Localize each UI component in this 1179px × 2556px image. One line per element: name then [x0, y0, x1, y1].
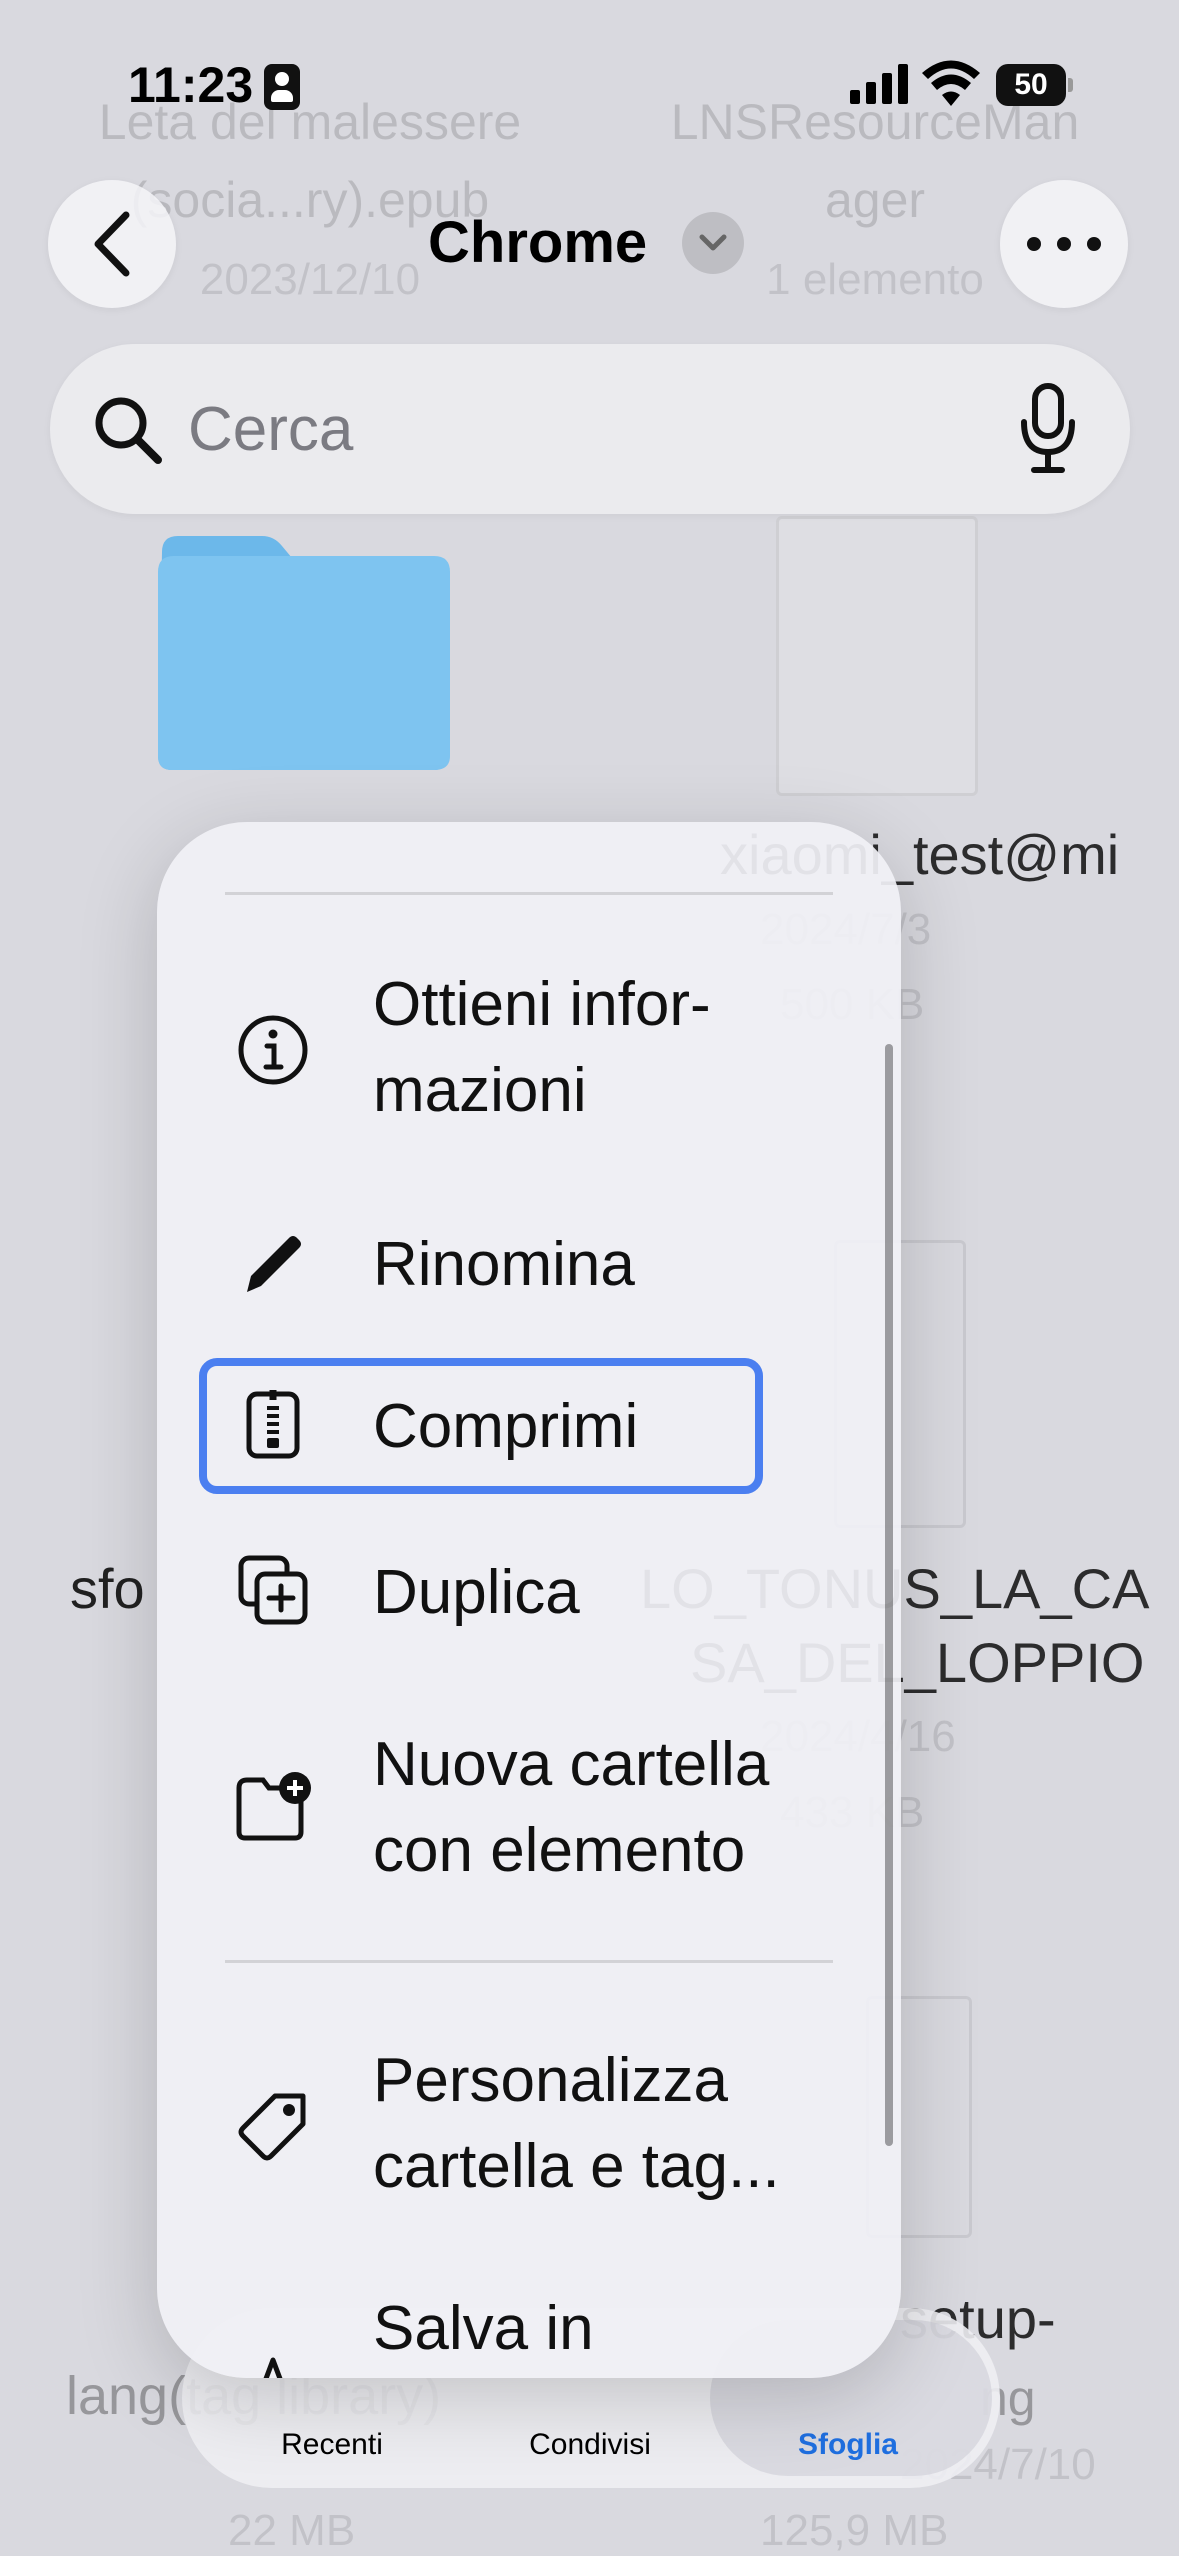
- menu-item-get-info[interactable]: Ottieni infor- mazioni: [157, 962, 901, 1142]
- tab-sfoglia[interactable]: Sfoglia: [728, 2428, 968, 2462]
- wifi-icon: [922, 60, 980, 106]
- menu-item-label: cartella e tag...: [373, 2132, 780, 2201]
- menu-scrollbar[interactable]: [885, 1044, 893, 2146]
- search-input[interactable]: Cerca: [188, 394, 353, 466]
- title-menu-button[interactable]: [682, 212, 744, 274]
- menu-item-label: con elemento: [373, 1816, 746, 1885]
- menu-item-duplicate[interactable]: Duplica: [157, 1538, 901, 1648]
- chevron-down-icon: [699, 234, 727, 251]
- menu-item-label: Personalizza: [373, 2046, 728, 2115]
- menu-item-save-to[interactable]: Salva in: [157, 2286, 901, 2378]
- doc-thumbnail[interactable]: [776, 516, 978, 796]
- duplicate-icon: [238, 1555, 308, 1625]
- new-folder-icon: [236, 1772, 311, 1841]
- more-options-button[interactable]: [1000, 180, 1128, 308]
- context-menu: Ottieni infor- mazioni Rinomina Comprimi…: [157, 822, 901, 2378]
- menu-item-rename[interactable]: Rinomina: [157, 1210, 901, 1320]
- bg-file-size: 125,9 MB: [760, 2506, 949, 2555]
- battery-level: 50: [996, 64, 1066, 106]
- menu-item-new-folder-with-item[interactable]: Nuova cartella con elemento: [157, 1722, 901, 1902]
- menu-item-compress[interactable]: Comprimi: [157, 1372, 901, 1482]
- menu-item-label: Salva in: [373, 2294, 594, 2363]
- menu-separator: [225, 892, 833, 895]
- ellipsis-icon: [1027, 237, 1101, 251]
- info-icon: [238, 1015, 308, 1085]
- menu-item-label: Duplica: [373, 1558, 580, 1627]
- microphone-icon[interactable]: [1018, 382, 1078, 476]
- chevron-left-icon: [94, 211, 130, 277]
- search-bar[interactable]: Cerca: [50, 344, 1130, 514]
- back-button[interactable]: [48, 180, 176, 308]
- tag-icon: [238, 2093, 306, 2161]
- bg-file-name: sfo: [70, 1557, 145, 1620]
- folder-icon[interactable]: [152, 532, 454, 772]
- menu-item-label: Ottieni infor-: [373, 970, 711, 1039]
- tab-recenti[interactable]: Recenti: [212, 2428, 452, 2462]
- page-title[interactable]: Chrome: [428, 208, 647, 278]
- contact-card-icon: [264, 64, 300, 110]
- bg-file-size: 22 MB: [228, 2506, 356, 2555]
- tab-condivisi[interactable]: Condivisi: [470, 2428, 710, 2462]
- zip-archive-icon: [246, 1390, 300, 1459]
- search-icon: [95, 397, 162, 464]
- pencil-icon: [247, 1236, 301, 1292]
- menu-item-label: Nuova cartella: [373, 1730, 770, 1799]
- menu-item-label: mazioni: [373, 1056, 587, 1125]
- star-icon: [263, 2357, 283, 2378]
- status-time: 11:23: [128, 57, 254, 113]
- menu-item-label: Comprimi: [373, 1392, 639, 1461]
- bg-file-name: Leta del malessere: [98, 94, 522, 150]
- menu-item-customize-folder-tags[interactable]: Personalizza cartella e tag...: [157, 2038, 901, 2218]
- menu-separator: [225, 1960, 833, 1963]
- battery-icon: 50: [996, 64, 1074, 106]
- menu-item-label: Rinomina: [373, 1230, 635, 1299]
- cellular-signal-icon: [850, 64, 910, 104]
